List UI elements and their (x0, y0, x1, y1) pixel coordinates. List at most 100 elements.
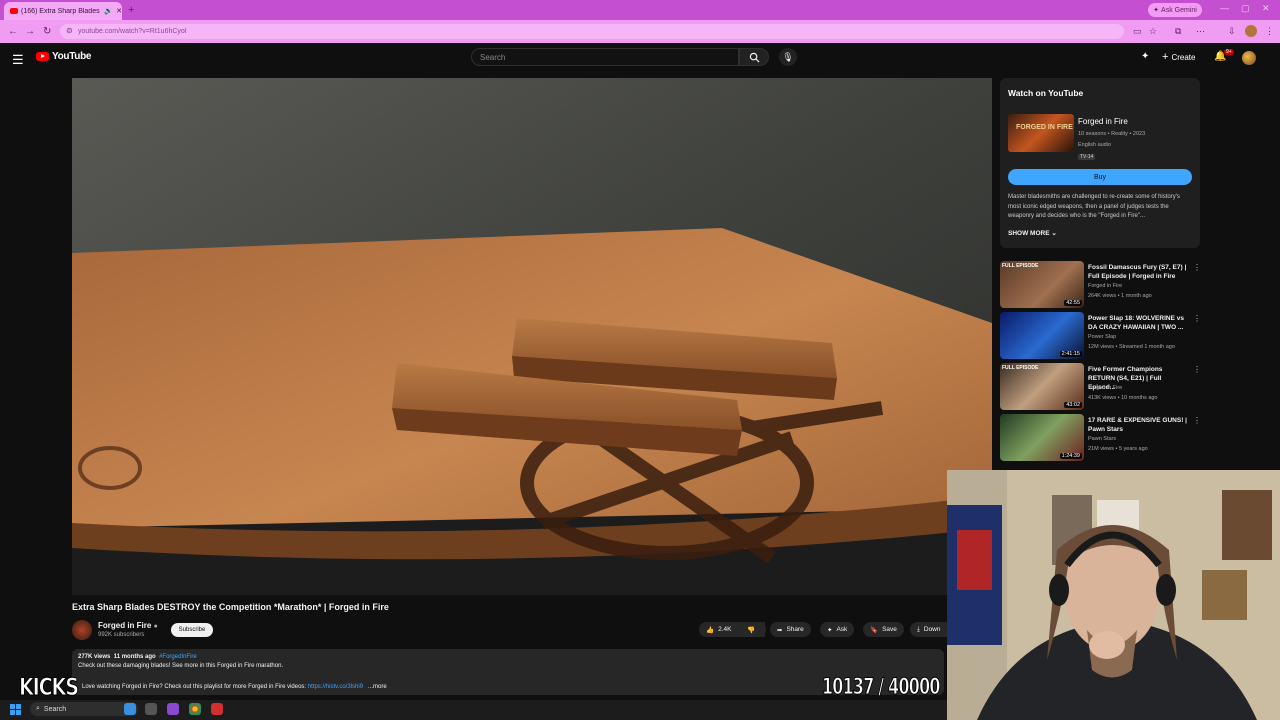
share-button[interactable]: ➦ Share (770, 622, 811, 637)
show-thumbnail-text: FORGED IN FIRE (1016, 124, 1073, 131)
address-bar[interactable]: youtube.com/watch?v=Rt1u6hCyoI (60, 24, 1124, 39)
download-icon: ⤓ (917, 625, 920, 633)
show-thumbnail[interactable]: FORGED IN FIRE (1008, 114, 1074, 152)
cast-device-icon[interactable]: ✦ (1141, 51, 1149, 62)
ask-label: Ask (836, 626, 848, 633)
youtube-logo[interactable]: YouTube (36, 51, 92, 62)
recommendation-channel[interactable]: Forged in Fire (1088, 283, 1122, 289)
windows-taskbar (0, 700, 947, 720)
channel-name[interactable]: Forged in Fire ● (98, 621, 158, 630)
youtube-favicon-icon (10, 8, 18, 14)
recommendation-title[interactable]: Power Slap 18: WOLVERINE vs DA CRAZY HAW… (1088, 314, 1188, 332)
forward-icon[interactable]: → (25, 26, 35, 37)
show-name[interactable]: Forged in Fire (1078, 117, 1128, 126)
windows-start-icon[interactable] (10, 704, 21, 715)
task-view-icon[interactable] (145, 703, 157, 715)
recommendation-title[interactable]: 17 RARE & EXPENSIVE GUNS! | Pawn Stars (1088, 416, 1188, 434)
kebab-menu-icon[interactable]: ⋮ (1265, 26, 1274, 37)
bookmark-icon: 🔖 (870, 626, 879, 634)
browser-profile-avatar[interactable] (1245, 25, 1257, 37)
plus-icon: + (1162, 51, 1169, 63)
create-button[interactable]: + Create (1162, 49, 1195, 65)
microphone-icon[interactable]: 🎙 (779, 48, 797, 66)
chrome-icon[interactable] (189, 703, 201, 715)
webcam-image (947, 470, 1280, 720)
more-actions-icon[interactable]: ⋮ (1193, 314, 1201, 323)
minimize-icon[interactable]: — (1220, 3, 1229, 13)
recommendation-meta: 264K views • 1 month ago (1088, 293, 1152, 299)
channel-avatar[interactable] (72, 620, 92, 640)
browser-tab-bar (0, 0, 1280, 20)
search-placeholder: Search (480, 52, 506, 62)
dislike-button[interactable]: 👎 (740, 622, 766, 637)
recommendation-meta: 21M views • 5 years ago (1088, 446, 1148, 452)
taskbar-app-icon[interactable] (167, 703, 179, 715)
sparkle-icon: ✦ (827, 626, 833, 634)
search-icon: ⌕ (36, 705, 40, 712)
back-icon[interactable]: ← (8, 26, 18, 37)
hamburger-menu-icon[interactable]: ☰ (12, 52, 24, 68)
show-more-label: SHOW MORE (1008, 230, 1050, 237)
search-button[interactable] (739, 48, 769, 66)
recommendation-channel[interactable]: Forged in Fire (1088, 385, 1122, 391)
bookmark-star-icon[interactable]: ☆ (1149, 26, 1157, 37)
more-link[interactable]: ...more (368, 684, 387, 690)
menu-dots-icon[interactable]: ⋯ (1196, 26, 1205, 37)
share-icon: ➦ (777, 626, 783, 634)
download-label: Down (923, 626, 941, 633)
search-input[interactable]: Search (471, 48, 739, 66)
thumbs-down-icon: 👎 (747, 626, 756, 634)
recommendation-item[interactable]: FULL EPISODE 43:02 Five Former Champions… (1000, 363, 1201, 411)
site-info-icon[interactable]: ⊜ (66, 26, 73, 35)
recommendation-title[interactable]: Fossil Damascus Fury (S7, E7) | Full Epi… (1088, 263, 1188, 281)
maximize-icon[interactable]: ▢ (1241, 3, 1250, 14)
ask-gemini-label: Ask Gemini (1161, 6, 1197, 14)
recommendation-thumbnail[interactable]: FULL EPISODE 42:55 (1000, 261, 1084, 308)
buy-button[interactable]: Buy (1008, 169, 1192, 185)
tab-audio-icon[interactable]: 🔊 (104, 7, 113, 15)
save-button[interactable]: 🔖 Save (863, 622, 904, 637)
subscribe-button[interactable]: Subscribe (171, 623, 213, 637)
download-button[interactable]: ⤓ Down (910, 622, 947, 637)
new-tab-button[interactable]: + (128, 4, 134, 16)
recommendation-thumbnail[interactable]: 2:41:15 (1000, 312, 1084, 359)
recommendation-item[interactable]: 1:24:39 17 RARE & EXPENSIVE GUNS! | Pawn… (1000, 414, 1201, 462)
tab-close-icon[interactable]: ✕ (116, 7, 122, 15)
verified-icon: ● (153, 623, 158, 630)
cast-icon[interactable]: ▭ (1133, 26, 1142, 37)
watch-card-heading: Watch on YouTube (1008, 88, 1084, 98)
hashtag-link[interactable]: #ForgedInFire (159, 654, 197, 660)
ask-button[interactable]: ✦ Ask (820, 622, 855, 637)
show-description: Master bladesmiths are challenged to re-… (1008, 194, 1180, 219)
thumbs-up-icon: 👍 (706, 626, 715, 634)
account-avatar[interactable] (1242, 51, 1256, 65)
recommendation-thumbnail[interactable]: 1:24:39 (1000, 414, 1084, 461)
video-duration: 42:55 (1064, 300, 1082, 306)
playlist-link[interactable]: https://histv.co/3lshi9 (308, 684, 363, 690)
taskbar-app-icon[interactable] (211, 703, 223, 715)
ask-gemini-button[interactable]: ✦ Ask Gemini (1148, 3, 1202, 17)
taskbar-search[interactable]: ⌕ Search (30, 702, 138, 716)
recommendation-item[interactable]: FULL EPISODE 42:55 Fossil Damascus Fury … (1000, 261, 1201, 309)
more-actions-icon[interactable]: ⋮ (1193, 365, 1201, 374)
like-count: 2.4K (718, 626, 732, 633)
extensions-icon[interactable]: ⧉ (1175, 26, 1181, 37)
recommendation-thumbnail[interactable]: FULL EPISODE 43:02 (1000, 363, 1084, 410)
notification-count-badge: 9+ (1224, 49, 1234, 55)
video-player[interactable] (72, 78, 992, 595)
recommendation-item[interactable]: 2:41:15 Power Slap 18: WOLVERINE vs DA C… (1000, 312, 1201, 360)
video-frame-image (72, 78, 992, 595)
taskbar-app-icon[interactable] (124, 703, 136, 715)
more-actions-icon[interactable]: ⋮ (1193, 263, 1201, 272)
browser-tab[interactable]: (166) Extra Sharp Blades DE 🔊 ✕ (4, 2, 122, 20)
browser-tab-title: (166) Extra Sharp Blades DE (21, 7, 101, 15)
more-actions-icon[interactable]: ⋮ (1193, 416, 1201, 425)
show-more-button[interactable]: SHOW MORE ⌄ (1008, 229, 1057, 237)
recommendation-channel[interactable]: Pawn Stars (1088, 436, 1116, 442)
window-close-icon[interactable]: ✕ (1262, 3, 1270, 14)
recommendation-channel[interactable]: Power Slap (1088, 334, 1116, 340)
taskbar-search-label: Search (43, 705, 67, 713)
reload-icon[interactable]: ↻ (43, 26, 51, 37)
downloads-icon[interactable]: ⇩ (1228, 26, 1236, 37)
description-line-1: Check out these damaging blades! See mor… (78, 663, 284, 669)
